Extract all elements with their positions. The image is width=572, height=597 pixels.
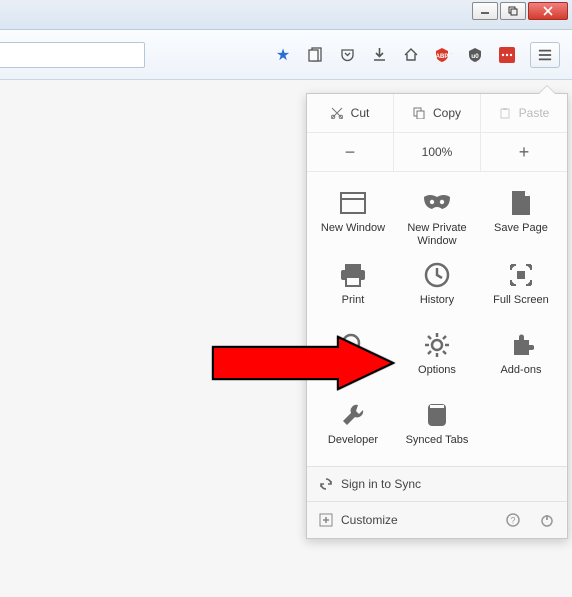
downloads-icon[interactable] <box>370 46 388 64</box>
private-mask-icon <box>422 188 452 218</box>
addons-label: Add-ons <box>500 364 541 388</box>
save-page-button[interactable]: Save Page <box>479 180 563 252</box>
svg-text:u0: u0 <box>471 53 479 60</box>
help-button[interactable]: ? <box>505 512 521 528</box>
reading-list-icon[interactable] <box>306 46 324 64</box>
url-bar[interactable] <box>0 42 145 68</box>
sync-icon <box>319 477 333 491</box>
options-label: Options <box>418 364 456 388</box>
print-icon <box>338 260 368 290</box>
hamburger-icon <box>538 48 552 62</box>
developer-wrench-icon <box>338 400 368 430</box>
quit-button[interactable] <box>539 512 555 528</box>
private-label: New Private Window <box>399 222 475 248</box>
cut-button[interactable]: Cut <box>307 94 394 132</box>
copy-icon <box>413 107 425 119</box>
cut-label: Cut <box>351 106 370 120</box>
ublock-icon[interactable]: u0 <box>466 46 484 64</box>
abp-icon[interactable]: ABP <box>434 46 452 64</box>
options-button[interactable]: Options <box>395 322 479 392</box>
copy-label: Copy <box>433 106 461 120</box>
new-window-icon <box>338 188 368 218</box>
customize-button[interactable]: Customize <box>319 513 398 527</box>
history-label: History <box>420 294 454 318</box>
find-icon <box>338 330 368 360</box>
tool-grid: New Window New Private Window Save Page … <box>307 172 567 466</box>
home-icon[interactable] <box>402 46 420 64</box>
find-button[interactable]: Find <box>311 322 395 392</box>
lastpass-icon[interactable] <box>498 46 516 64</box>
history-button[interactable]: History <box>395 252 479 322</box>
help-icon: ? <box>506 513 520 527</box>
paste-icon <box>499 107 511 119</box>
print-label: Print <box>342 294 365 318</box>
close-button[interactable] <box>528 2 568 20</box>
new-window-button[interactable]: New Window <box>311 180 395 252</box>
save-page-icon <box>506 188 536 218</box>
fullscreen-icon <box>506 260 536 290</box>
addons-button[interactable]: Add-ons <box>479 322 563 392</box>
paste-button: Paste <box>481 94 567 132</box>
print-button[interactable]: Print <box>311 252 395 322</box>
sign-in-label: Sign in to Sync <box>341 477 421 491</box>
svg-text:ABP: ABP <box>436 54 449 60</box>
hamburger-menu-panel: Cut Copy Paste − 100% + New Window New P… <box>306 93 568 539</box>
customize-plus-icon <box>319 513 333 527</box>
customize-label: Customize <box>341 513 398 527</box>
developer-label: Developer <box>328 434 378 458</box>
addons-puzzle-icon <box>506 330 536 360</box>
pocket-icon[interactable] <box>338 46 356 64</box>
zoom-out-button[interactable]: − <box>307 133 394 171</box>
toolbar-icons: ★ ABP u0 <box>274 42 566 68</box>
fullscreen-label: Full Screen <box>493 294 549 318</box>
zoom-in-button[interactable]: + <box>481 133 567 171</box>
options-gear-icon <box>422 330 452 360</box>
plus-icon: + <box>519 142 530 163</box>
scissors-icon <box>331 107 343 119</box>
bookmark-star-icon[interactable]: ★ <box>274 46 292 64</box>
full-screen-button[interactable]: Full Screen <box>479 252 563 322</box>
save-page-label: Save Page <box>494 222 548 246</box>
minus-icon: − <box>345 142 356 163</box>
zoom-value: 100% <box>394 133 481 171</box>
find-label: Find <box>342 364 363 388</box>
minimize-icon <box>480 6 490 16</box>
synced-label: Synced Tabs <box>406 434 469 458</box>
svg-text:?: ? <box>510 516 515 526</box>
maximize-icon <box>508 6 518 16</box>
history-icon <box>422 260 452 290</box>
maximize-button[interactable] <box>500 2 526 20</box>
edit-row: Cut Copy Paste <box>307 94 567 133</box>
new-private-window-button[interactable]: New Private Window <box>395 180 479 252</box>
zoom-row: − 100% + <box>307 133 567 172</box>
minimize-button[interactable] <box>472 2 498 20</box>
window-controls <box>472 2 568 20</box>
synced-tabs-icon <box>422 400 452 430</box>
copy-button[interactable]: Copy <box>394 94 481 132</box>
power-icon <box>540 513 554 527</box>
hamburger-menu-button[interactable] <box>530 42 560 68</box>
paste-label: Paste <box>519 106 550 120</box>
close-icon <box>543 6 553 16</box>
synced-tabs-button[interactable]: Synced Tabs <box>395 392 479 462</box>
sign-in-sync-button[interactable]: Sign in to Sync <box>307 466 567 501</box>
toolbar: ★ ABP u0 <box>0 30 572 80</box>
developer-button[interactable]: Developer <box>311 392 395 462</box>
customize-row: Customize ? <box>307 501 567 538</box>
new-window-label: New Window <box>321 222 385 246</box>
